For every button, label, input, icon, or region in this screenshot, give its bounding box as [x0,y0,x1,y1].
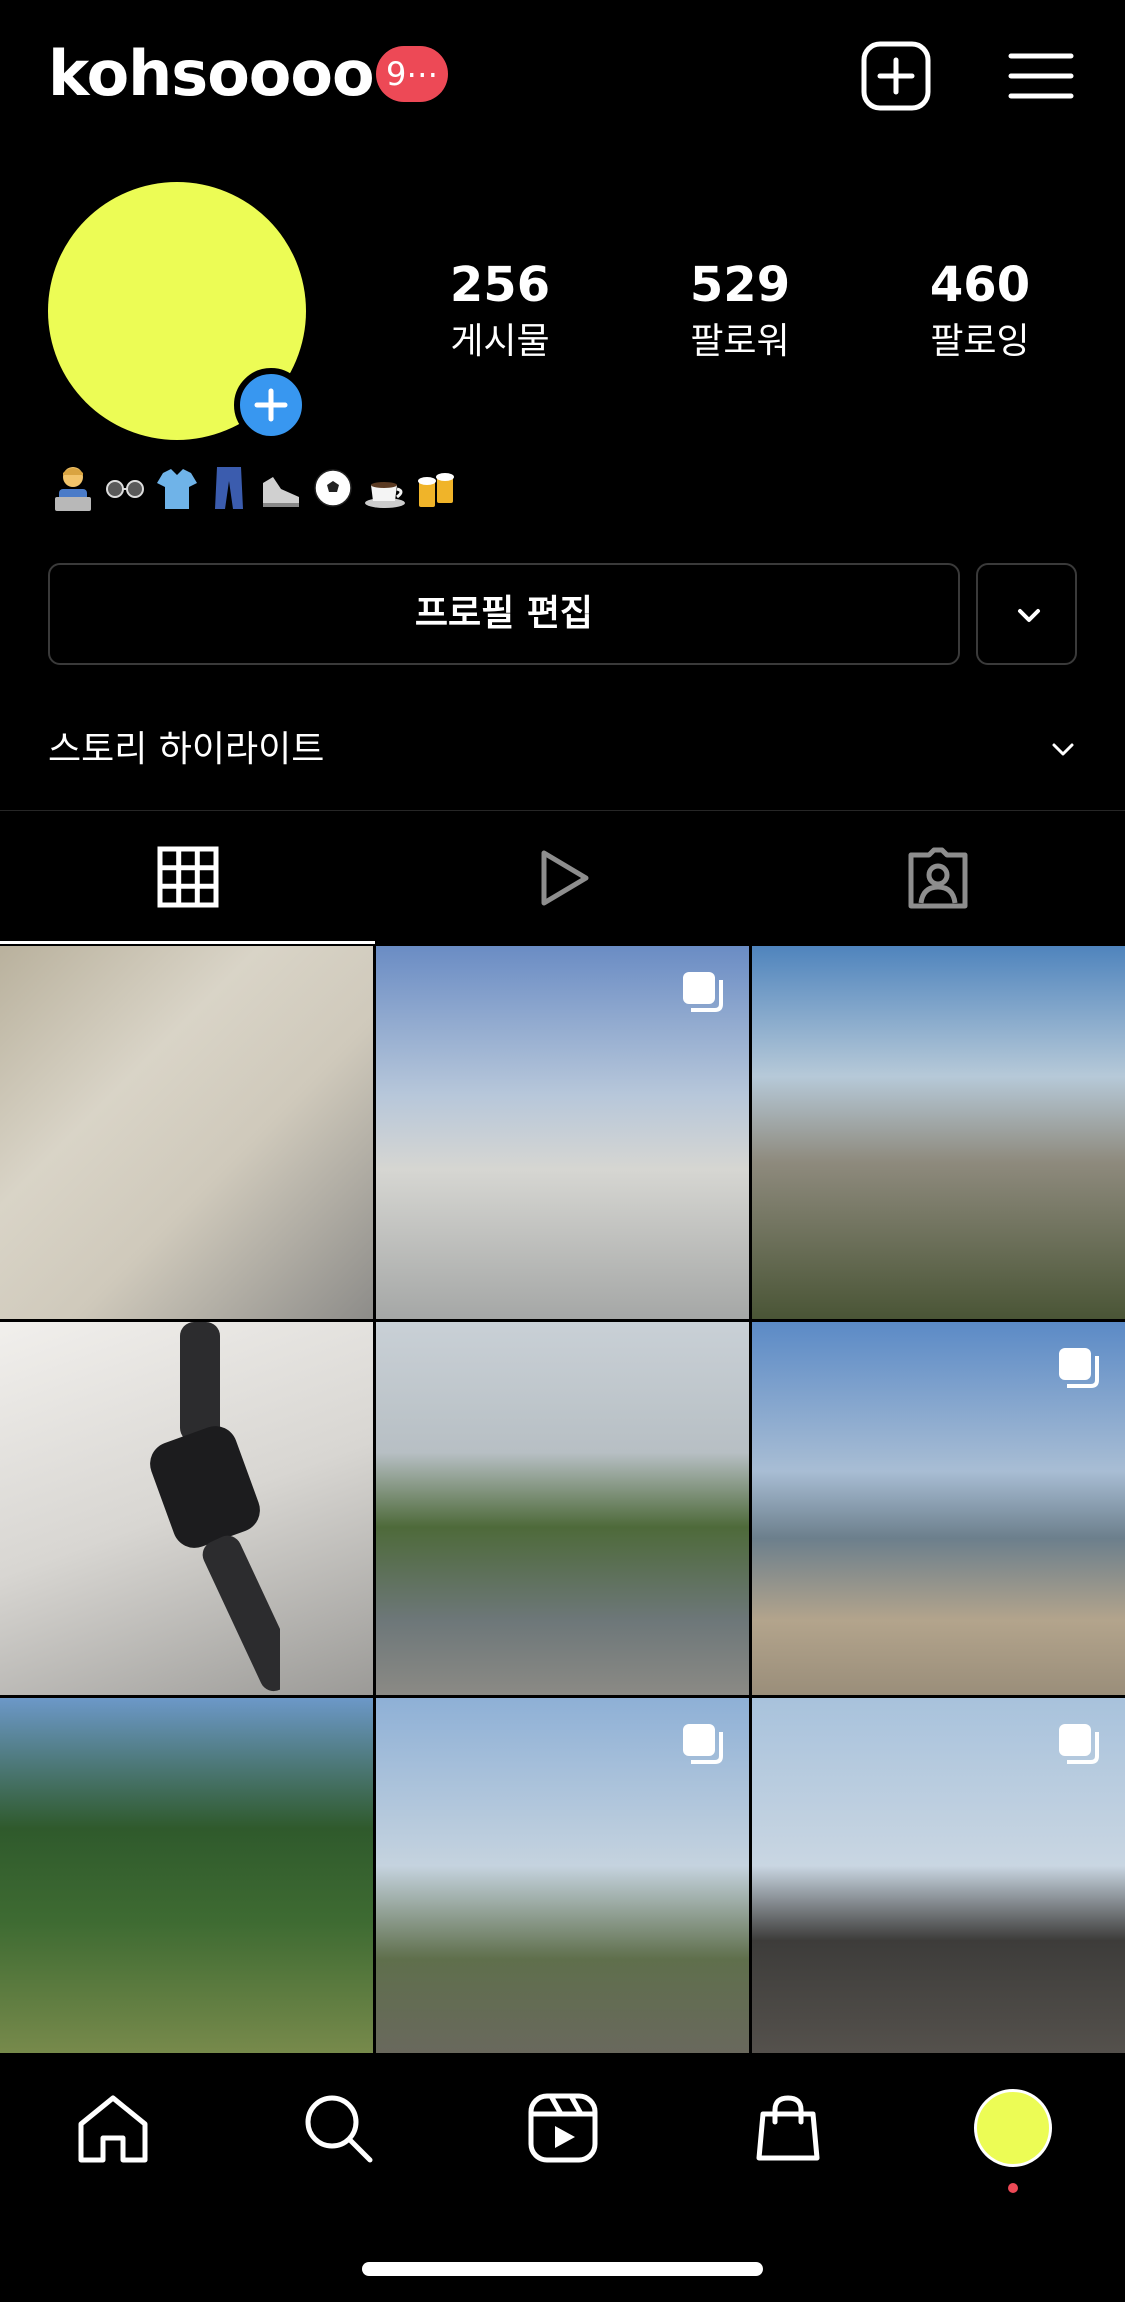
carousel-icon [683,972,723,1012]
tab-reels[interactable] [375,812,750,944]
nav-reels[interactable] [450,2053,675,2203]
post-thumbnail[interactable] [376,1698,749,2071]
smartwatch-image [150,1322,280,1692]
tab-tagged[interactable] [750,812,1125,944]
divider [0,810,1125,811]
nav-search[interactable] [225,2053,450,2203]
post-thumbnail[interactable] [0,946,373,1319]
profile-tabs [0,812,1125,944]
stat-label: 팔로잉 [930,321,1030,362]
technologist-icon [50,462,96,514]
plus-square-icon[interactable] [860,40,932,112]
notification-badge[interactable]: 9⋯ [376,46,449,102]
reels-play-icon [541,850,588,906]
stat-value: 460 [929,257,1031,313]
search-icon [305,2095,372,2163]
profile-stats: 256 게시물 529 팔로워 460 팔로잉 [380,256,1100,376]
post-thumbnail[interactable] [752,1698,1125,2071]
stat-posts[interactable]: 256 게시물 [380,256,620,376]
carousel-icon [683,1724,723,1764]
stat-label: 게시물 [450,321,550,362]
stat-value: 256 [449,257,551,313]
edit-profile-button[interactable]: 프로필 편집 [48,563,960,665]
stat-value: 529 [689,257,791,313]
posts-grid [0,946,1125,2071]
profile-avatar-icon [973,2089,1052,2167]
story-highlights-label: 스토리 하이라이트 [48,729,325,770]
stat-label: 팔로워 [690,321,790,362]
stat-followers[interactable]: 529 팔로워 [620,256,860,376]
story-highlights-row[interactable]: 스토리 하이라이트 [48,720,1078,780]
hamburger-menu-icon[interactable] [1005,40,1077,112]
post-thumbnail[interactable] [376,946,749,1319]
discover-people-button[interactable] [976,563,1077,665]
profile-header: kohsoooo 9⋯ [0,0,1125,150]
tab-posts-grid[interactable] [0,812,375,944]
home-icon [78,2095,147,2163]
nav-profile[interactable] [900,2053,1125,2203]
carousel-icon [1059,1724,1099,1764]
grid-icon [157,846,218,907]
post-thumbnail[interactable] [0,1698,373,2071]
profile-avatar-container [48,182,308,442]
nav-shop[interactable] [675,2053,900,2203]
jeans-icon [206,462,252,514]
post-thumbnail[interactable] [752,1322,1125,1695]
nav-home[interactable] [0,2053,225,2203]
home-indicator[interactable] [362,2262,763,2276]
plus-circle-icon[interactable] [234,368,308,442]
stat-following[interactable]: 460 팔로잉 [860,256,1100,376]
coffee-icon [362,462,408,514]
notification-dot [1007,2183,1018,2193]
bottom-navigation [0,2053,1125,2203]
shop-bag-icon [756,2095,819,2161]
chevron-down-icon [1018,609,1040,622]
glasses-icon [102,462,148,514]
username[interactable]: kohsoooo [48,34,375,114]
tagged-person-icon [908,847,967,909]
soccer-ball-icon [310,462,356,514]
chevron-down-icon [1052,743,1074,756]
post-thumbnail[interactable] [752,946,1125,1319]
sneaker-icon [258,462,304,514]
carousel-icon [1059,1348,1099,1388]
bio [50,462,460,522]
shirt-icon [154,462,200,514]
reels-icon [528,2093,597,2163]
post-thumbnail[interactable] [376,1322,749,1695]
post-thumbnail[interactable] [0,1322,373,1695]
beer-mugs-icon [414,462,460,514]
